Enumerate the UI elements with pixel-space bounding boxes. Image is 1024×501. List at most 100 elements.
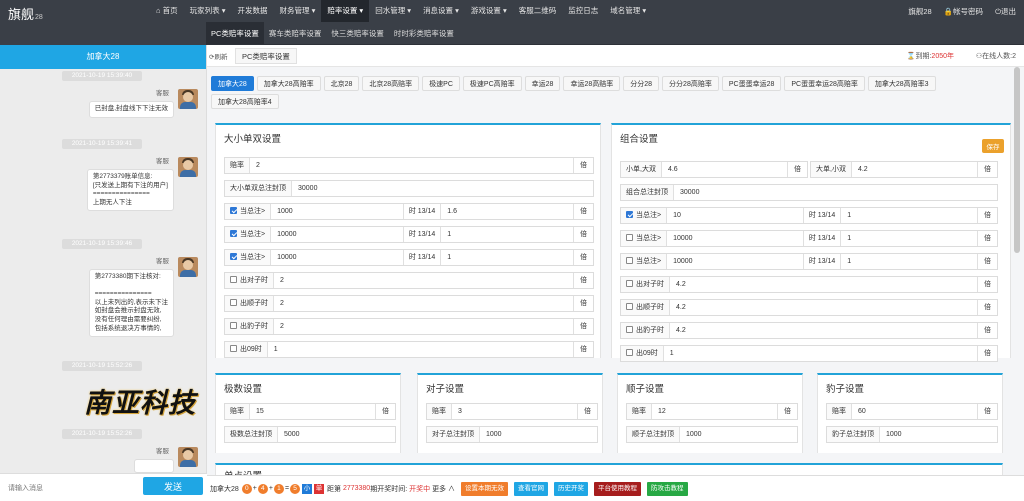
game-tab[interactable]: PC蛋蛋幸运28 [721, 76, 782, 91]
combo-input[interactable]: 4.2 [852, 166, 977, 173]
checkbox[interactable] [626, 211, 633, 218]
special-input[interactable]: 4.2 [670, 281, 977, 288]
special-label[interactable]: 出顺子时 [225, 296, 274, 311]
checkbox[interactable] [626, 234, 633, 241]
game-tab[interactable]: 加拿大28高赔率4 [211, 94, 279, 109]
menu-finance[interactable]: 财务管理 ▾ [273, 0, 321, 22]
page-tab[interactable]: PC类赔率设置 [235, 48, 297, 64]
menu-rebate[interactable]: 回水管理 ▾ [369, 0, 417, 22]
send-button[interactable]: 发送 [143, 477, 203, 495]
odds-input[interactable]: 3 [452, 408, 577, 415]
threshold-odds-input[interactable]: 1 [841, 235, 977, 242]
cap-input[interactable]: 1000 [680, 431, 797, 438]
official-site-button[interactable]: 查看官网 [514, 481, 549, 496]
checkbox[interactable] [230, 322, 237, 329]
game-tab[interactable]: 加拿大28高赔率3 [867, 76, 936, 91]
checkbox[interactable] [626, 280, 633, 287]
special-input[interactable]: 2 [274, 277, 573, 284]
checkbox[interactable] [626, 257, 633, 264]
threshold-odds-input[interactable]: 1 [441, 231, 573, 238]
menu-home[interactable]: ⌂ 首页 [150, 0, 184, 22]
app-logo[interactable]: 旗舰28 [8, 4, 43, 23]
threshold-odds-input[interactable]: 1.6 [441, 208, 573, 215]
game-tab[interactable]: 加拿大28高赔率 [256, 76, 321, 91]
subtab-ssc-odds[interactable]: 时时彩类赔率设置 [389, 22, 459, 45]
checkbox[interactable] [230, 253, 237, 260]
special-input[interactable]: 4.2 [670, 304, 977, 311]
special-input[interactable]: 1 [664, 350, 977, 357]
threshold-label[interactable]: 当总注> [225, 250, 272, 265]
game-tab[interactable]: 北京28 [323, 76, 360, 91]
game-tab[interactable]: 北京28高赔率 [362, 76, 420, 91]
checkbox[interactable] [230, 345, 237, 352]
odds-input[interactable]: 2 [250, 162, 573, 169]
special-label[interactable]: 出对子时 [621, 277, 670, 292]
checkbox[interactable] [626, 349, 633, 356]
game-tab[interactable]: 分分28高赔率 [662, 76, 719, 91]
menu-game[interactable]: 游戏设置 ▾ [465, 0, 513, 22]
subtab-racing-odds[interactable]: 赛车类赔率设置 [264, 22, 327, 45]
logout-link[interactable]: ⏻退出 [995, 6, 1016, 17]
odds-input[interactable]: 60 [852, 408, 977, 415]
menu-odds[interactable]: 赔率设置 ▾ [321, 0, 370, 22]
game-tab[interactable]: 极速PC高赔率 [462, 76, 522, 91]
special-input[interactable]: 2 [274, 323, 573, 330]
special-label[interactable]: 出豹子时 [621, 323, 670, 338]
threshold-input[interactable]: 10000 [667, 235, 803, 242]
special-input[interactable]: 1 [268, 346, 573, 353]
checkbox[interactable] [626, 326, 633, 333]
odds-input[interactable]: 12 [652, 408, 777, 415]
invalidate-issue-button[interactable]: 设置本期无效 [461, 481, 509, 496]
cap-input[interactable]: 30000 [292, 185, 593, 192]
special-input[interactable]: 4.2 [670, 327, 977, 334]
history-button[interactable]: 历史开奖 [554, 481, 589, 496]
special-label[interactable]: 出09时 [225, 342, 268, 357]
special-label[interactable]: 出09时 [621, 346, 664, 361]
account-password-link[interactable]: 🔒帐号密码 [944, 6, 983, 17]
game-tab[interactable]: PC蛋蛋幸运28高赔率 [784, 76, 865, 91]
threshold-label[interactable]: 当总注> [225, 204, 272, 219]
menu-messages[interactable]: 消息设置 ▾ [417, 0, 465, 22]
checkbox[interactable] [626, 303, 633, 310]
game-tab[interactable]: 加拿大28 [211, 76, 254, 91]
vertical-scrollbar[interactable] [1014, 67, 1020, 253]
cap-input[interactable]: 5000 [278, 431, 395, 438]
game-tab[interactable]: 幸运28 [524, 76, 561, 91]
menu-players[interactable]: 玩家列表 ▾ [184, 0, 232, 22]
threshold-input[interactable]: 10000 [271, 231, 403, 238]
menu-dev-data[interactable]: 开发数据 [231, 0, 273, 22]
menu-domain[interactable]: 域名管理 ▾ [604, 0, 652, 22]
special-label[interactable]: 出对子时 [225, 273, 274, 288]
cap-input[interactable]: 1000 [480, 431, 597, 438]
threshold-input[interactable]: 10000 [271, 254, 403, 261]
threshold-label[interactable]: 当总注> [621, 254, 668, 269]
anti-attack-button[interactable]: 防攻击教程 [647, 481, 688, 496]
threshold-odds-input[interactable]: 1 [441, 254, 573, 261]
threshold-odds-input[interactable]: 1 [841, 212, 977, 219]
threshold-odds-input[interactable]: 1 [841, 258, 977, 265]
menu-qrcode[interactable]: 客服二维码 [513, 0, 563, 22]
threshold-input[interactable]: 1000 [271, 208, 403, 215]
cap-input[interactable]: 1000 [880, 431, 997, 438]
checkbox[interactable] [230, 207, 237, 214]
cap-input[interactable]: 30000 [674, 189, 997, 196]
threshold-label[interactable]: 当总注> [621, 231, 668, 246]
refresh-button[interactable]: ⟳刷新 [209, 51, 227, 61]
subtab-pc-odds[interactable]: PC类赔率设置 [206, 22, 264, 45]
threshold-input[interactable]: 10000 [667, 258, 803, 265]
more-toggle[interactable]: 更多 ∧ [432, 484, 455, 494]
threshold-label[interactable]: 当总注> [225, 227, 272, 242]
checkbox[interactable] [230, 299, 237, 306]
save-button[interactable]: 保存 [982, 139, 1004, 153]
special-label[interactable]: 出顺子时 [621, 300, 670, 315]
game-tab[interactable]: 幸运28高赔率 [563, 76, 621, 91]
special-input[interactable]: 2 [274, 300, 573, 307]
special-label[interactable]: 出豹子时 [225, 319, 274, 334]
checkbox[interactable] [230, 230, 237, 237]
odds-input[interactable]: 15 [250, 408, 375, 415]
menu-monitor[interactable]: 监控日志 [562, 0, 604, 22]
combo-input[interactable]: 4.6 [662, 166, 787, 173]
checkbox[interactable] [230, 276, 237, 283]
threshold-input[interactable]: 10 [667, 212, 803, 219]
game-tab[interactable]: 极速PC [422, 76, 460, 91]
